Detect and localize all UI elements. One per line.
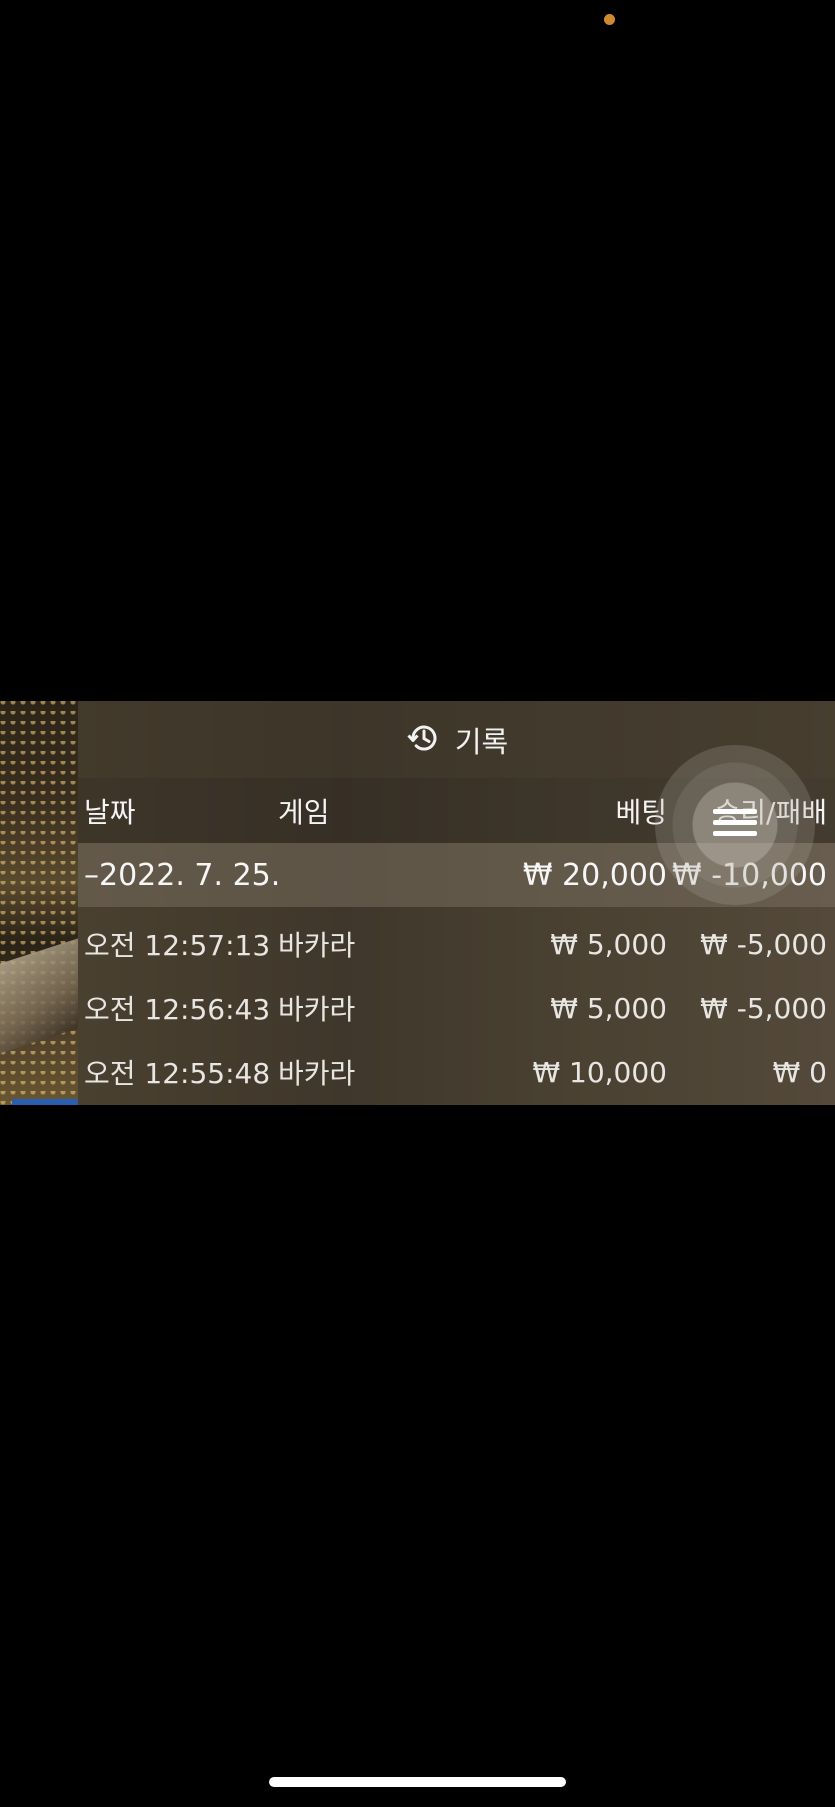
home-indicator[interactable] [269,1777,566,1787]
row-bet: ₩ 5,000 [550,991,667,1025]
screen: 기록 날짜 게임 베팅 승리/패배 –2022. 7. 25. ₩ 20,000… [0,0,835,1807]
row-game: 바카라 [278,993,356,1026]
table-row[interactable]: 오전 12:55:48 바카라 ₩ 10,000 ₩ 0 [78,1040,835,1104]
table-row[interactable]: 오전 12:57:13 바카라 ₩ 5,000 ₩ -5,000 [78,912,835,976]
column-header-date[interactable]: 날짜 [84,778,136,843]
summary-bet: ₩ 20,000 [522,857,667,893]
game-background-accent [12,1099,78,1105]
column-header-game[interactable]: 게임 [278,778,330,843]
summary-date: –2022. 7. 25. [84,857,281,893]
row-bet: ₩ 5,000 [550,927,667,961]
menu-icon [711,805,759,845]
row-win-loss: ₩ -5,000 [700,991,827,1025]
row-game: 바카라 [278,929,356,962]
row-game: 바카라 [278,1057,356,1090]
row-bet: ₩ 10,000 [532,1055,667,1089]
history-icon [405,720,441,760]
row-win-loss: ₩ 0 [772,1055,827,1089]
privacy-indicator-dot [604,14,615,25]
row-win-loss: ₩ -5,000 [700,927,827,961]
row-time: 오전 12:57:13 [84,929,271,962]
row-time: 오전 12:56:43 [84,993,271,1026]
row-time: 오전 12:55:48 [84,1057,271,1090]
table-row[interactable]: 오전 12:56:43 바카라 ₩ 5,000 ₩ -5,000 [78,976,835,1040]
floating-menu-button[interactable] [655,745,815,905]
history-title: 기록 [454,724,509,759]
